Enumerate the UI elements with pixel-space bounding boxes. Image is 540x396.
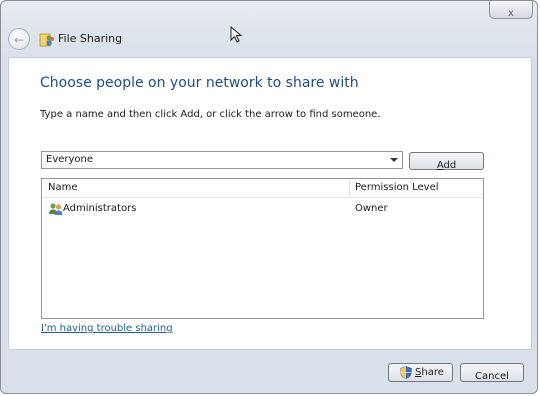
combo-value[interactable]: Everyone (46, 154, 93, 165)
content-panel: Choose people on your network to share w… (8, 57, 532, 350)
share-button-label: Share (415, 365, 444, 381)
row-name: Administrators (63, 203, 137, 214)
uac-shield-icon (400, 366, 412, 379)
list-item[interactable]: Administrators Owner (42, 200, 483, 218)
close-icon: x (508, 8, 514, 19)
file-sharing-icon (39, 33, 54, 47)
row-permission[interactable]: Owner (355, 203, 388, 214)
sharing-list[interactable]: Name Permission Level Administrators Own… (41, 178, 484, 319)
file-sharing-window: x ← File Sharing Choose people on your n… (0, 0, 538, 394)
instruction-text: Type a name and then click Add, or click… (40, 109, 381, 120)
window-title: File Sharing (58, 32, 123, 45)
page-heading: Choose people on your network to share w… (40, 75, 359, 91)
back-arrow-icon: ← (13, 33, 25, 47)
users-group-icon (49, 203, 63, 215)
user-combo-box[interactable]: Everyone (41, 151, 403, 169)
cancel-button[interactable]: Cancel (460, 363, 524, 382)
title-bar: x ← File Sharing (1, 1, 537, 57)
trouble-sharing-link[interactable]: I'm having trouble sharing (41, 323, 173, 334)
close-button[interactable]: x (489, 1, 533, 19)
add-button[interactable]: Add (409, 152, 484, 171)
back-button[interactable]: ← (8, 28, 30, 50)
cancel-button-label: Cancel (475, 371, 509, 382)
share-button[interactable]: Share (388, 363, 453, 382)
add-button-label: Add (437, 160, 456, 171)
add-label-rest: dd (443, 160, 457, 171)
column-header-name[interactable]: Name (48, 182, 78, 193)
column-header-permission[interactable]: Permission Level (355, 182, 439, 193)
list-header: Name Permission Level (42, 179, 483, 198)
share-label-rest: hare (421, 367, 444, 378)
column-divider[interactable] (349, 181, 350, 196)
mouse-cursor-icon (230, 26, 243, 43)
dropdown-arrow-icon[interactable] (390, 158, 398, 162)
